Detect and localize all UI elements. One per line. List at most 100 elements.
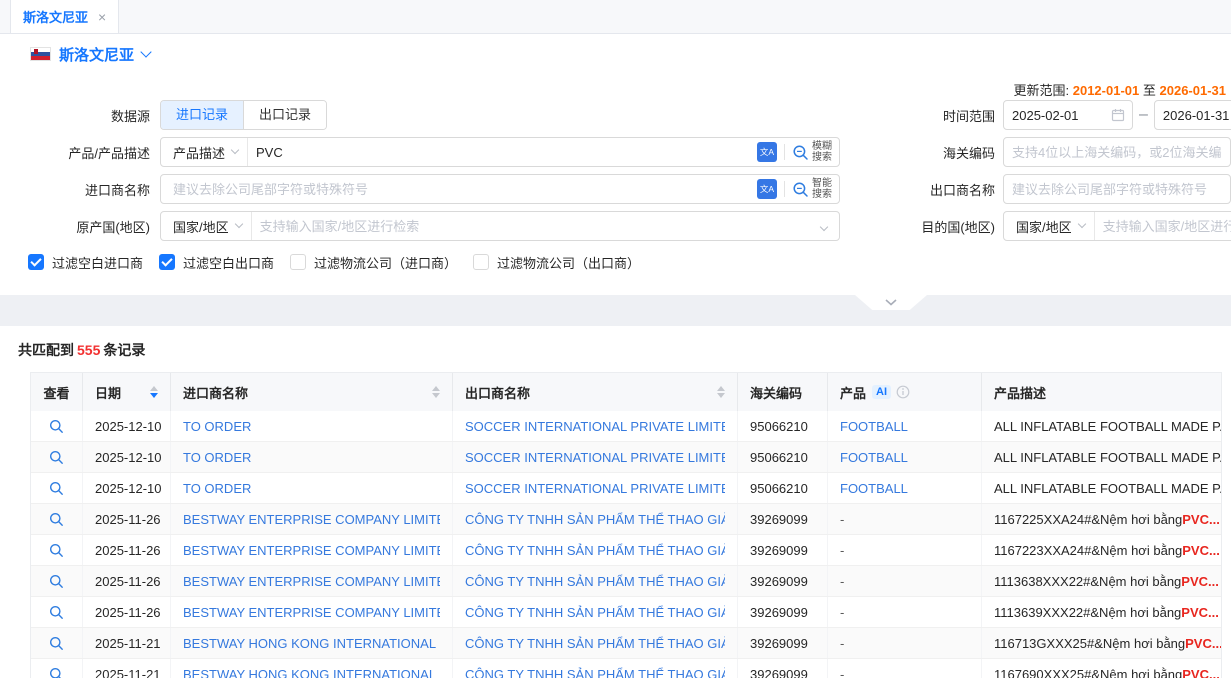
chevron-down-icon[interactable] [140,46,151,57]
description-highlight: PVC... [1181,574,1219,589]
cell-hs-code: 95066210 [738,411,828,441]
cell-hs-code: 39269099 [738,504,828,534]
importer-link[interactable]: BESTWAY ENTERPRISE COMPANY LIMITED [183,574,440,589]
description-text: ALL INFLATABLE FOOTBALL MADE P... [994,481,1221,496]
product-link[interactable]: FOOTBALL [840,450,908,465]
tab-export-records[interactable]: 出口记录 [243,101,326,129]
cell-date: 2025-12-10 [83,442,171,472]
checkbox-filter-logistics-exporter[interactable]: 过滤物流公司（出口商） [473,253,640,272]
collapse-filter-button[interactable] [855,295,927,310]
tab-slovenia[interactable]: 斯洛文尼亚 × [10,0,119,33]
date-to-field[interactable] [1154,100,1231,130]
destination-type-select[interactable]: 国家/地区 [1004,212,1095,240]
cell-hs-code: 39269099 [738,659,828,678]
sort-exporter-control[interactable] [717,386,725,398]
importer-link[interactable]: BESTWAY HONG KONG INTERNATIONAL LI... [183,667,440,678]
view-record-button[interactable] [49,543,64,558]
product-search-input[interactable] [248,145,757,160]
importer-link[interactable]: TO ORDER [183,481,251,496]
exporter-link[interactable]: CÔNG TY TNHH SẢN PHẨM THỂ THAO GIẢ... [465,605,725,620]
checkbox-filter-logistics-importer[interactable]: 过滤物流公司（进口商） [290,253,457,272]
origin-type-select[interactable]: 国家/地区 [161,212,252,240]
product-link[interactable]: FOOTBALL [840,481,908,496]
product-link[interactable]: - [840,543,844,558]
exporter-link[interactable]: SOCCER INTERNATIONAL PRIVATE LIMITED [465,419,725,434]
chevron-down-icon [234,220,242,228]
date-to-input[interactable] [1154,100,1231,130]
product-link[interactable]: - [840,574,844,589]
search-icon [49,481,64,496]
checkbox-filter-blank-exporter[interactable]: 过滤空白出口商 [159,253,274,272]
tab-import-records[interactable]: 进口记录 [161,101,243,129]
hs-code-input[interactable] [1003,137,1231,167]
view-record-button[interactable] [49,667,64,678]
translate-icon[interactable]: 文A [757,179,777,199]
importer-link[interactable]: TO ORDER [183,419,251,434]
product-link[interactable]: - [840,636,844,651]
view-record-button[interactable] [49,481,64,496]
exporter-input[interactable] [1003,174,1231,204]
importer-link[interactable]: BESTWAY ENTERPRISE COMPANY LIMITED [183,543,440,558]
product-link[interactable]: - [840,667,844,678]
table-row: 2025-12-10 TO ORDER SOCCER INTERNATIONAL… [31,442,1221,473]
column-date: 日期 [83,373,171,411]
product-label: 产品/产品描述 [0,143,150,162]
importer-link[interactable]: BESTWAY ENTERPRISE COMPANY LIMITED [183,512,440,527]
destination-country-label: 目的国(地区) [905,217,995,236]
importer-link[interactable]: BESTWAY ENTERPRISE COMPANY LIMITED [183,605,440,620]
sort-importer-control[interactable] [432,386,440,398]
cell-hs-code: 95066210 [738,442,828,472]
product-type-select[interactable]: 产品描述 [161,138,248,166]
view-record-button[interactable] [49,512,64,527]
origin-country-input[interactable] [252,219,821,234]
product-link[interactable]: - [840,605,844,620]
date-from-field[interactable] [1003,100,1133,130]
destination-country-input[interactable] [1095,219,1231,234]
cell-date: 2025-11-26 [83,535,171,565]
importer-link[interactable]: BESTWAY HONG KONG INTERNATIONAL LI... [183,636,440,651]
search-icon [49,450,64,465]
exporter-link[interactable]: SOCCER INTERNATIONAL PRIVATE LIMITED [465,481,725,496]
table-row: 2025-12-10 TO ORDER SOCCER INTERNATIONAL… [31,411,1221,442]
cell-hs-code: 39269099 [738,535,828,565]
description-highlight: PVC... [1182,512,1220,527]
description-highlight: PVC... [1182,543,1220,558]
view-record-button[interactable] [49,636,64,651]
description-text: 1167223XXA24#&Nệm hơi bằng [994,543,1182,558]
column-description: 产品描述 [982,373,1221,411]
translate-icon[interactable]: 文A [757,142,777,162]
exporter-link[interactable]: CÔNG TY TNHH SẢN PHẨM THỂ THAO GIẢ... [465,543,725,558]
cell-date: 2025-11-26 [83,504,171,534]
hs-code-label: 海关编码 [905,143,995,162]
checkbox-checked-icon [28,254,44,270]
cell-date: 2025-11-21 [83,659,171,678]
view-record-button[interactable] [49,419,64,434]
exporter-link[interactable]: CÔNG TY TNHH SẢN PHẨM THỂ THAO GIẢ... [465,667,725,678]
importer-link[interactable]: TO ORDER [183,450,251,465]
view-record-button[interactable] [49,574,64,589]
exporter-link[interactable]: CÔNG TY TNHH SẢN PHẨM THỂ THAO GIẢ... [465,574,725,589]
results-count: 555 [74,342,103,358]
smart-search-button[interactable]: 智能搜索 [792,178,833,200]
info-icon[interactable] [896,385,910,399]
product-link[interactable]: FOOTBALL [840,419,908,434]
filter-checkbox-row: 过滤空白进口商 过滤空白出口商 过滤物流公司（进口商） 过滤物流公司（出口商） [0,251,1231,273]
importer-input[interactable] [161,182,757,197]
column-product: 产品 AI [828,373,982,411]
cell-description: 1167690XXX25#&Nệm hơi bằng PVC... [982,659,1221,678]
close-icon[interactable]: × [98,9,106,25]
sort-date-control[interactable] [150,386,158,398]
checkbox-filter-blank-importer[interactable]: 过滤空白进口商 [28,253,143,272]
chevron-down-icon[interactable] [820,223,828,231]
fuzzy-search-button[interactable]: 模糊搜索 [792,141,833,163]
view-record-button[interactable] [49,450,64,465]
product-link[interactable]: - [840,512,844,527]
exporter-link[interactable]: SOCCER INTERNATIONAL PRIVATE LIMITED [465,450,725,465]
exporter-link[interactable]: CÔNG TY TNHH SẢN PHẨM THỂ THAO GIẢ... [465,636,725,651]
view-record-button[interactable] [49,605,64,620]
column-hs-code: 海关编码 [738,373,828,411]
country-selector[interactable]: 斯洛文尼亚 [59,44,134,65]
exporter-link[interactable]: CÔNG TY TNHH SẢN PHẨM THỂ THAO GIẢ... [465,512,725,527]
description-text: ALL INFLATABLE FOOTBALL MADE P... [994,450,1221,465]
exporter-label: 出口商名称 [905,180,995,199]
